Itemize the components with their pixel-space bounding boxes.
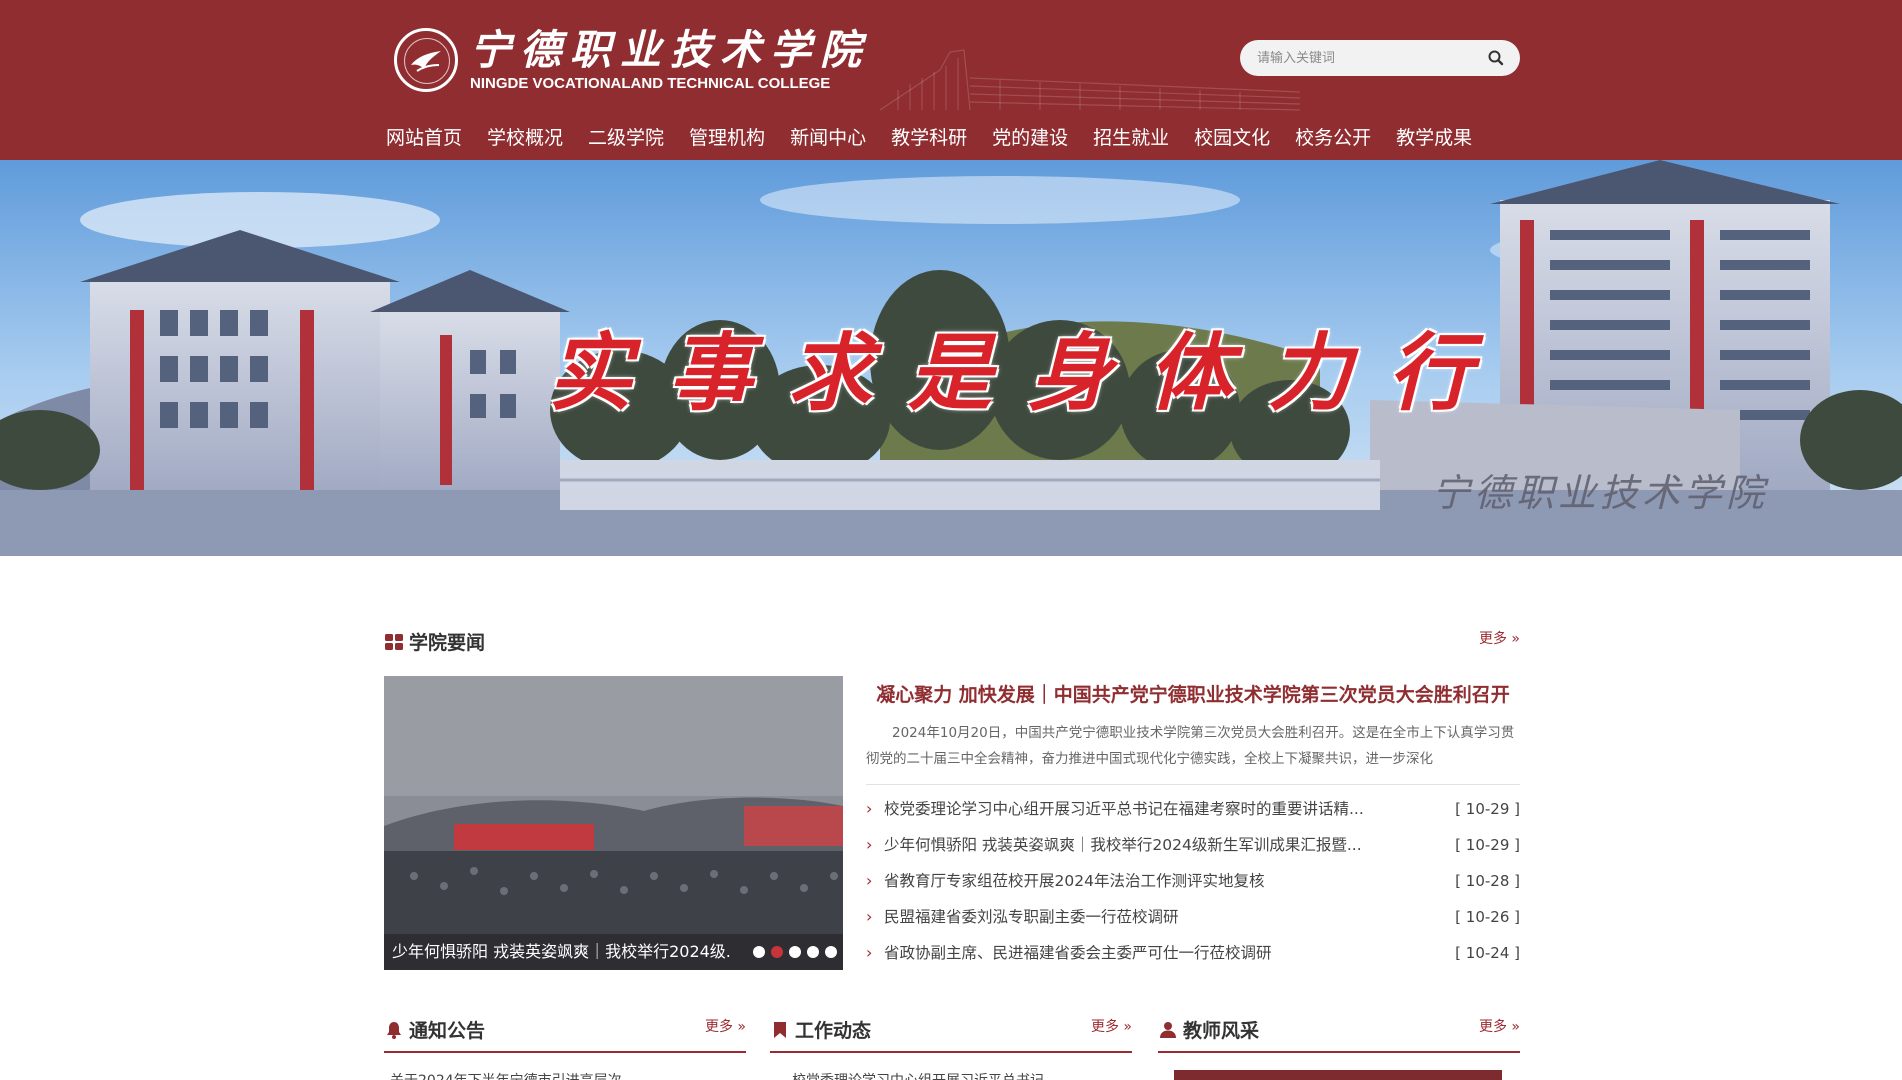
search-input[interactable] [1240, 40, 1480, 76]
nav-item-teaching-research[interactable]: 教学科研 [891, 122, 967, 154]
headline-summary: 2024年10月20日，中国共产党宁德职业技术学院第三次党员大会胜利召开。这是在… [866, 725, 1515, 767]
carousel-dots [747, 946, 837, 958]
site-header: 宁德职业技术学院 NINGDE VOCATIONALAND TECHNICAL … [0, 0, 1902, 160]
notices-divider [384, 1051, 746, 1053]
carousel-dot-active[interactable] [771, 946, 783, 958]
nav-item-public-affairs[interactable]: 校务公开 [1295, 122, 1371, 154]
news-item-date: [ 10-29 ] [1455, 836, 1520, 854]
news-item-title[interactable]: 少年何惧骄阳 戎装英姿飒爽｜我校举行2024级新生军训成果汇报暨... [884, 830, 1404, 860]
news-item-date: [ 10-24 ] [1455, 944, 1520, 962]
user-icon [1160, 1021, 1176, 1038]
news-photo-carousel[interactable]: 少年何惧骄阳 戎装英姿飒爽｜我校举行2024级... [384, 676, 843, 970]
list-item[interactable]: › 少年何惧骄阳 戎装英姿飒爽｜我校举行2024级新生军训成果汇报暨... [ … [866, 830, 1520, 866]
news-list: › 校党委理论学习中心组开展习近平总书记在福建考察时的重要讲话精... [ 10… [866, 794, 1520, 974]
news-item-date: [ 10-29 ] [1455, 800, 1520, 818]
nav-item-campus-culture[interactable]: 校园文化 [1194, 122, 1270, 154]
teachers-more-link[interactable]: 更多 » [1479, 1016, 1520, 1036]
slogan-right: 身体力行 [1028, 323, 1509, 422]
nav-item-achievements[interactable]: 教学成果 [1396, 122, 1472, 154]
notices-first-item[interactable]: 关于2024年下半年宁德市引进高层次... [390, 1070, 740, 1080]
carousel-dot[interactable] [789, 946, 801, 958]
photo-caption[interactable]: 少年何惧骄阳 戎装英姿飒爽｜我校举行2024级... [392, 934, 732, 970]
nav-item-colleges[interactable]: 二级学院 [588, 122, 664, 154]
college-name-cn: 宁德职业技术学院 [470, 25, 870, 74]
carousel-dot[interactable] [807, 946, 819, 958]
notices-section-title: 通知公告 [409, 1020, 486, 1042]
college-name-en: NINGDE VOCATIONALAND TECHNICAL COLLEGE [470, 74, 831, 92]
main-nav: 网站首页 学校概况 二级学院 管理机构 新闻中心 教学科研 党的建设 招生就业 … [386, 122, 1497, 154]
carousel-dot[interactable] [753, 946, 765, 958]
slogan-left: 实事求是 [548, 323, 1029, 422]
list-item[interactable]: › 校党委理论学习中心组开展习近平总书记在福建考察时的重要讲话精... [ 10… [866, 794, 1520, 830]
college-logo[interactable]: 宁德职业技术学院 NINGDE VOCATIONALAND TECHNICAL … [394, 27, 870, 93]
campus-banner[interactable]: 实事求是 身体力行 宁德职业技术学院 [0, 160, 1902, 556]
college-emblem-icon [394, 28, 458, 92]
search-box [1240, 40, 1520, 76]
bell-icon [387, 1021, 401, 1039]
list-item[interactable]: › 省教育厅专家组莅校开展2024年法治工作测评实地复核 [ 10-28 ] [866, 866, 1520, 902]
nav-item-departments[interactable]: 管理机构 [689, 122, 765, 154]
news-item-title[interactable]: 省教育厅专家组莅校开展2024年法治工作测评实地复核 [884, 866, 1404, 896]
news-item-title[interactable]: 校党委理论学习中心组开展习近平总书记在福建考察时的重要讲话精... [884, 794, 1404, 824]
stone-sign-text: 宁德职业技术学院 [1432, 471, 1769, 515]
work-updates-more-link[interactable]: 更多 » [1091, 1016, 1132, 1036]
nav-item-news[interactable]: 新闻中心 [790, 122, 866, 154]
nav-item-admissions[interactable]: 招生就业 [1093, 122, 1169, 154]
chevron-right-icon: › [866, 871, 873, 890]
teachers-section-header: 教师风采 更多 » [1158, 1012, 1520, 1048]
grid-icon [385, 633, 403, 650]
photo-caption-bar: 少年何惧骄阳 戎装英姿飒爽｜我校举行2024级... [384, 934, 843, 970]
news-item-date: [ 10-26 ] [1455, 908, 1520, 926]
news-photo-image [384, 676, 843, 970]
chevron-right-icon: › [866, 799, 873, 818]
nav-item-overview[interactable]: 学校概况 [487, 122, 563, 154]
news-more-link[interactable]: 更多 » [1479, 628, 1520, 648]
nav-item-home[interactable]: 网站首页 [386, 122, 462, 154]
header-building-decoration [880, 49, 1300, 111]
list-item[interactable]: › 省政协副主席、民进福建省委会主委严可仕一行莅校调研 [ 10-24 ] [866, 938, 1520, 974]
notices-more-link[interactable]: 更多 » [705, 1016, 746, 1036]
work-updates-first-item[interactable]: 校党委理论学习中心组开展习近平总书记... [792, 1070, 1122, 1080]
search-icon[interactable] [1486, 48, 1506, 68]
work-updates-divider [770, 1051, 1132, 1053]
carousel-dot[interactable] [825, 946, 837, 958]
news-item-date: [ 10-28 ] [1455, 872, 1520, 890]
work-updates-section-header: 工作动态 更多 » [770, 1012, 1132, 1048]
list-item[interactable]: › 民盟福建省委刘泓专职副主委一行莅校调研 [ 10-26 ] [866, 902, 1520, 938]
news-item-title[interactable]: 省政协副主席、民进福建省委会主委严可仕一行莅校调研 [884, 938, 1404, 968]
nav-item-party-building[interactable]: 党的建设 [992, 122, 1068, 154]
news-section-header: 学院要闻 更多 » [384, 624, 1520, 660]
headline-link[interactable]: 凝心聚力 加快发展｜中国共产党宁德职业技术学院第三次党员大会胜利召开 [866, 680, 1520, 707]
chevron-right-icon: › [866, 943, 873, 962]
news-item-title[interactable]: 民盟福建省委刘泓专职副主委一行莅校调研 [884, 902, 1404, 932]
chevron-right-icon: › [866, 835, 873, 854]
banner-slogan: 实事求是 身体力行 [548, 318, 1472, 428]
teachers-divider [1158, 1051, 1520, 1053]
teachers-section-title: 教师风采 [1183, 1020, 1260, 1042]
notices-section-header: 通知公告 更多 » [384, 1012, 746, 1048]
divider [866, 784, 1520, 785]
chevron-right-icon: › [866, 907, 873, 926]
bookmark-icon [774, 1021, 786, 1038]
news-section-title: 学院要闻 [409, 632, 486, 654]
teacher-photo[interactable] [1174, 1070, 1502, 1080]
work-updates-section-title: 工作动态 [795, 1020, 872, 1042]
